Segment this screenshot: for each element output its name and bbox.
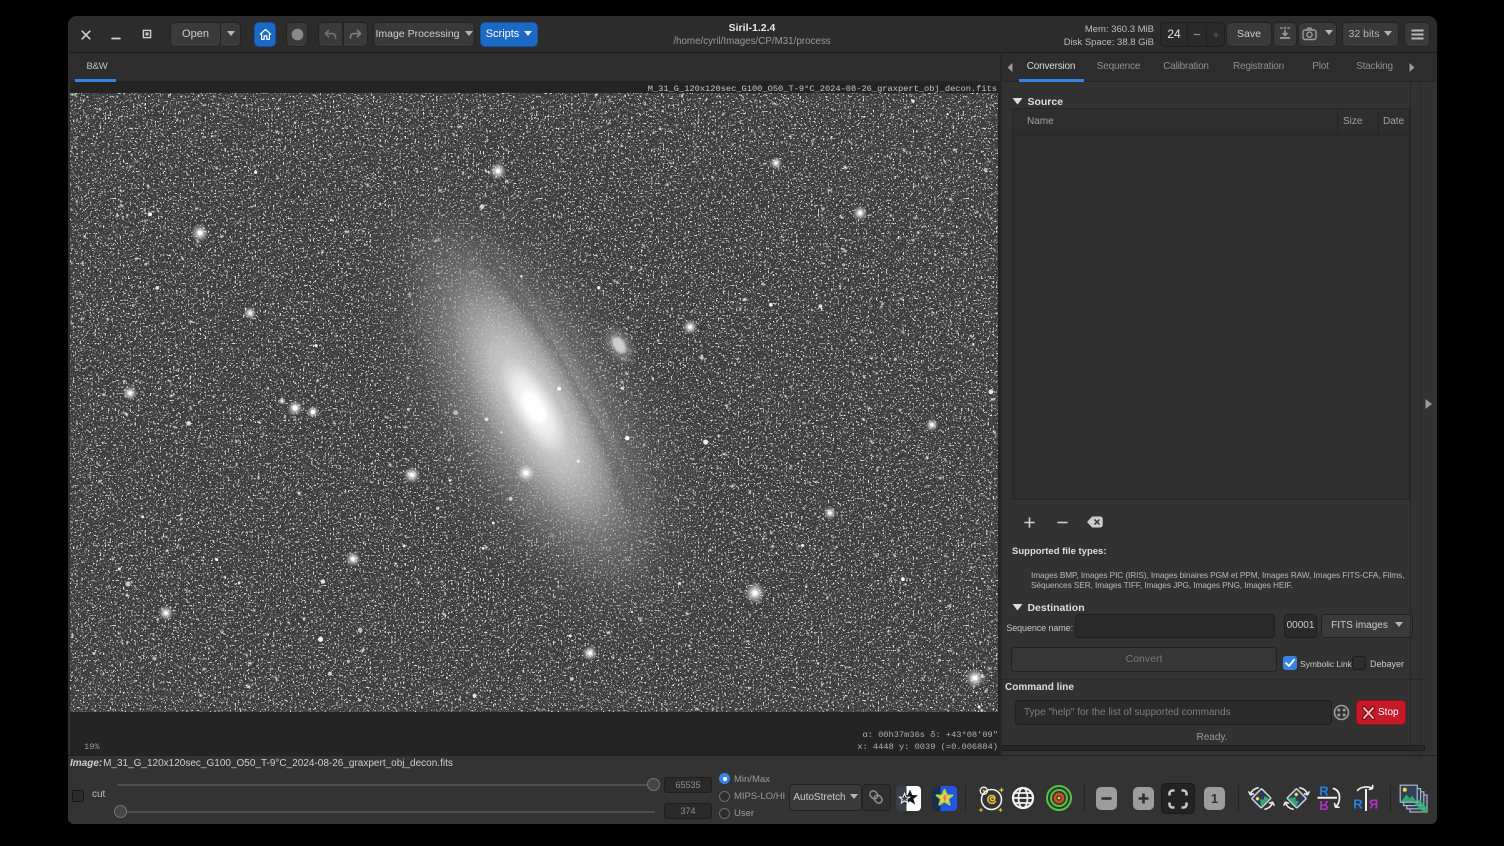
svg-text:R: R <box>1319 784 1329 799</box>
svg-text:R: R <box>1368 797 1378 812</box>
svg-text:R: R <box>1319 798 1329 813</box>
svg-text:R: R <box>1353 797 1363 812</box>
